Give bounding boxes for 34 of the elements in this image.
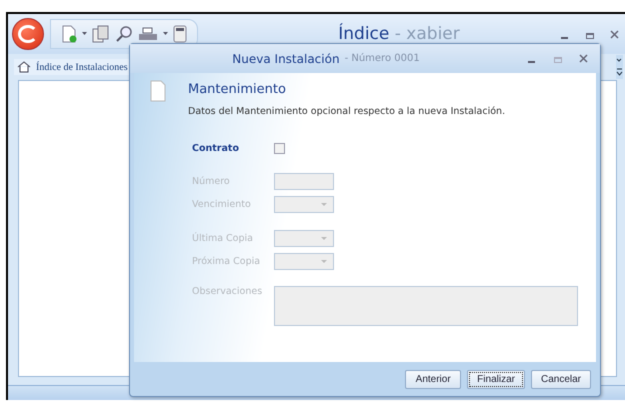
caret-icon (321, 260, 327, 264)
field-label: Observaciones (192, 286, 264, 297)
section-heading: Mantenimiento (188, 82, 287, 97)
printer-icon[interactable] (138, 26, 158, 42)
chevron-icon[interactable] (616, 55, 623, 79)
home-icon (17, 61, 31, 73)
documents-icon[interactable] (92, 25, 110, 43)
dialog-button[interactable]: Finalizar (467, 370, 525, 388)
field-label: Última Copia (192, 233, 254, 244)
field-label: Vencimiento (192, 199, 252, 210)
field-label: Contrato (192, 143, 240, 154)
caret-icon (321, 236, 327, 240)
field-label: Próxima Copia (192, 256, 262, 267)
app-logo-icon[interactable] (12, 18, 44, 50)
user-name: - xabier (394, 24, 460, 44)
close-icon[interactable] (610, 30, 619, 38)
tab[interactable]: Índice de Instalaciones (14, 59, 131, 75)
checkbox[interactable] (274, 143, 285, 154)
caret-icon[interactable] (163, 32, 168, 36)
calculator-icon[interactable] (173, 25, 187, 43)
close-icon[interactable] (579, 54, 588, 63)
new-document-icon[interactable] (61, 25, 77, 43)
window-title: Índice (338, 24, 390, 44)
section-description: Datos del Mantenimiento opcional respecto a la nueva Instalación. (188, 106, 506, 117)
page-icon (150, 80, 166, 102)
dialog-subtitle: - Número 0001 (344, 53, 420, 64)
caret-icon[interactable] (82, 32, 87, 36)
dialog-button[interactable]: Cancelar (530, 370, 591, 388)
field-label: Número (192, 176, 231, 187)
dialog-title: Nueva Instalación (232, 52, 340, 66)
search-icon[interactable] (115, 25, 133, 43)
tab-label: Índice de Instalaciones (36, 62, 128, 72)
caret-icon (321, 202, 327, 206)
dialog-button[interactable]: Anterior (405, 370, 462, 388)
